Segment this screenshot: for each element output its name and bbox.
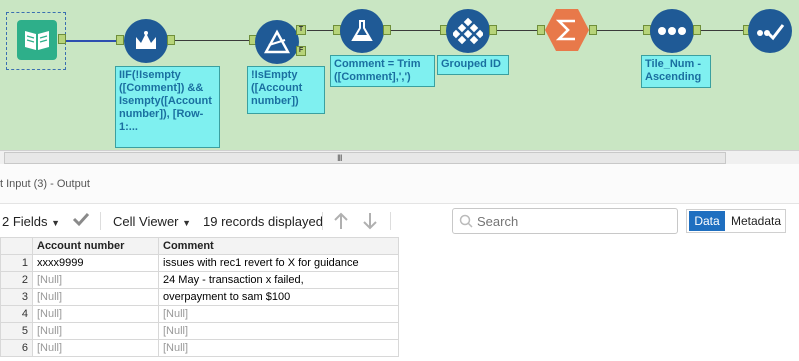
account-number-cell[interactable]: [Null] — [32, 305, 159, 323]
connection-line — [701, 30, 743, 31]
comment-cell[interactable]: issues with rec1 revert fo X for guidanc… — [158, 254, 399, 272]
sigma-icon — [556, 19, 575, 41]
summarize-tool[interactable] — [545, 9, 589, 51]
row-number: 4 — [0, 305, 33, 323]
comment-cell[interactable]: 24 May - transaction x failed, — [158, 271, 399, 289]
records-count: 19 records displayed — [203, 214, 323, 229]
account-number-cell[interactable]: xxxx9999 — [32, 254, 159, 272]
connection-line — [597, 30, 643, 31]
triangle-filter-icon — [263, 29, 291, 54]
arrow-down-icon — [363, 213, 377, 230]
filter-false-anchor[interactable]: F — [296, 46, 306, 56]
cell-viewer-dropdown[interactable]: Cell Viewer ▼ — [113, 214, 191, 229]
connection-line — [66, 40, 116, 42]
search-box[interactable] — [452, 208, 678, 234]
scroll-up-button[interactable] — [333, 212, 349, 233]
grid-header-row: Account number Comment — [0, 237, 399, 255]
output-anchor[interactable] — [589, 25, 597, 35]
crown-icon — [136, 31, 156, 49]
toolbar-divider — [390, 212, 391, 230]
tab-data[interactable]: Data — [689, 211, 725, 231]
workflow-canvas[interactable]: IIF(!Isempty ([Comment]) && Isempty([Acc… — [0, 0, 799, 150]
multi-row-annotation: IIF(!Isempty ([Comment]) && Isempty([Acc… — [115, 66, 220, 148]
connection-line — [307, 30, 333, 31]
scrollbar-thumb[interactable]: III — [4, 152, 726, 164]
fields-dropdown[interactable]: 2 Fields ▼ — [2, 214, 60, 229]
comment-cell[interactable]: [Null] — [158, 339, 399, 357]
table-row[interactable]: 4 [Null] [Null] — [0, 305, 399, 323]
formula-tool[interactable] — [340, 9, 384, 53]
input-anchor[interactable] — [537, 25, 545, 35]
comment-cell[interactable]: [Null] — [158, 322, 399, 340]
multi-row-formula-tool[interactable] — [124, 19, 168, 63]
input-tool[interactable] — [17, 20, 57, 60]
connection-line — [497, 30, 537, 31]
column-header-comment[interactable]: Comment — [158, 237, 399, 255]
record-id-annotation: Tile_Num - Ascending — [641, 55, 711, 88]
diamond-grid-icon — [453, 17, 483, 45]
results-title: t Input (3) - Output — [0, 178, 90, 190]
fields-dropdown-label: 2 Fields — [2, 214, 48, 229]
canvas-horizontal-scrollbar[interactable]: III — [0, 150, 799, 164]
row-number: 2 — [0, 271, 33, 289]
account-number-cell[interactable]: [Null] — [32, 322, 159, 340]
filter-true-anchor[interactable]: T — [296, 25, 306, 35]
table-row[interactable]: 5 [Null] [Null] — [0, 322, 399, 340]
table-row[interactable]: 1 xxxx9999 issues with rec1 revert fo X … — [0, 254, 399, 272]
checkmark-icon — [72, 212, 90, 227]
checkmark-icon — [757, 24, 785, 41]
filter-tool[interactable] — [255, 20, 299, 64]
connection-line — [175, 40, 249, 41]
column-header-account-number[interactable]: Account number — [32, 237, 159, 255]
output-anchor[interactable] — [693, 25, 701, 35]
row-number: 6 — [0, 339, 33, 357]
tab-metadata[interactable]: Metadata — [726, 211, 786, 231]
table-row[interactable]: 3 [Null] overpayment to sam $100 — [0, 288, 399, 306]
input-anchor[interactable] — [116, 35, 124, 45]
flask-icon — [351, 20, 373, 41]
select-tool[interactable] — [748, 9, 792, 53]
toolbar-divider — [100, 212, 101, 230]
chevron-down-icon: ▼ — [182, 218, 192, 228]
connection-line — [391, 30, 440, 31]
book-icon — [25, 31, 49, 50]
row-number-header — [0, 237, 33, 255]
filter-annotation: !IsEmpty ([Account number]) — [247, 66, 325, 114]
results-grid[interactable]: Account number Comment 1 xxxx9999 issues… — [0, 237, 400, 361]
dots-icon — [658, 27, 686, 35]
arrow-up-icon — [334, 212, 348, 229]
account-number-cell[interactable]: [Null] — [32, 339, 159, 357]
apply-checkmark-button[interactable] — [72, 211, 90, 230]
search-input[interactable] — [477, 212, 673, 230]
comment-cell[interactable]: overpayment to sam $100 — [158, 288, 399, 306]
table-row[interactable]: 6 [Null] [Null] — [0, 339, 399, 357]
scroll-down-button[interactable] — [362, 212, 378, 233]
row-number: 5 — [0, 322, 33, 340]
row-number: 3 — [0, 288, 33, 306]
tile-tool[interactable] — [446, 9, 490, 53]
cell-viewer-label: Cell Viewer — [113, 214, 179, 229]
scrollbar-grip: III — [337, 153, 342, 163]
search-icon — [459, 214, 473, 228]
output-anchor[interactable] — [58, 34, 66, 44]
toolbar-divider — [322, 212, 323, 230]
account-number-cell[interactable]: [Null] — [32, 288, 159, 306]
tile-annotation: Grouped ID — [437, 55, 509, 75]
results-panel-header: t Input (3) - Output — [0, 164, 799, 204]
results-toolbar: 2 Fields ▼ Cell Viewer ▼ 19 records disp… — [0, 204, 799, 238]
formula-annotation: Comment = Trim ([Comment],',') — [330, 55, 435, 87]
account-number-cell[interactable]: [Null] — [32, 271, 159, 289]
record-id-tool[interactable] — [650, 9, 694, 53]
table-row[interactable]: 2 [Null] 24 May - transaction x failed, — [0, 271, 399, 289]
output-anchor[interactable] — [167, 35, 175, 45]
chevron-down-icon: ▼ — [51, 218, 61, 228]
row-number: 1 — [0, 254, 33, 272]
output-anchor[interactable] — [489, 25, 497, 35]
output-anchor[interactable] — [383, 25, 391, 35]
comment-cell[interactable]: [Null] — [158, 305, 399, 323]
